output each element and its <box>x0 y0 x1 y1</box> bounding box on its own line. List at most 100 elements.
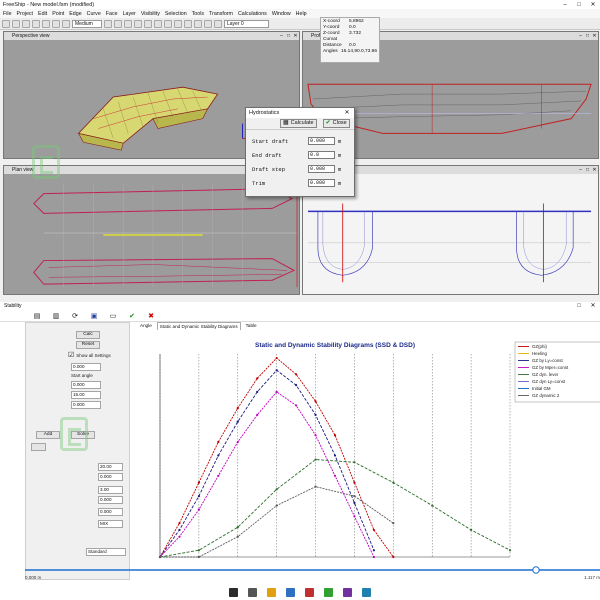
open-icon[interactable]: ▭ <box>108 312 118 320</box>
menu-item-layer[interactable]: Layer <box>123 11 136 17</box>
calculate-label: Calculate <box>290 120 314 126</box>
menu-item-project[interactable]: Project <box>17 11 34 17</box>
menu-item-point[interactable]: Point <box>52 11 64 17</box>
maximize-icon[interactable]: □ <box>572 2 586 8</box>
precision-select[interactable]: Medium <box>72 19 102 28</box>
search-icon[interactable] <box>229 587 238 597</box>
app-icon-purple[interactable] <box>343 587 352 597</box>
menu-item-edge[interactable]: Edge <box>69 11 81 17</box>
maximize-icon[interactable]: □ <box>285 32 292 40</box>
app-icon-red[interactable] <box>305 587 314 597</box>
freeship-icon[interactable] <box>362 587 371 597</box>
layer-select[interactable]: Layer 0 <box>224 19 269 28</box>
print-icon[interactable]: ▤ <box>32 312 42 320</box>
calculate-button[interactable]: ▦ Calculate <box>280 119 317 128</box>
minimize-icon[interactable]: – <box>577 32 584 40</box>
calc-button[interactable]: Calc <box>76 331 100 339</box>
menu-item-file[interactable]: File <box>3 11 12 17</box>
hydrostatics-toolbar: ▦ Calculate ✔ Close <box>246 118 354 130</box>
close-icon[interactable]: ✕ <box>591 32 598 40</box>
new-file-icon[interactable] <box>2 19 10 28</box>
close-icon[interactable]: ✕ <box>586 1 600 8</box>
stations-icon[interactable] <box>164 19 172 28</box>
menu-item-edit[interactable]: Edit <box>38 11 47 17</box>
data-point <box>178 528 181 532</box>
param-input-3[interactable]: 15.00 <box>71 391 101 399</box>
menu-item-visibility[interactable]: Visibility <box>141 11 160 17</box>
menu-item-selection[interactable]: Selection <box>165 11 187 17</box>
waterlines-icon[interactable] <box>184 19 192 28</box>
param-input-2[interactable]: 0.000 <box>71 381 101 389</box>
end-draft-input[interactable]: 0.0 <box>308 151 335 159</box>
flowlines-icon[interactable] <box>214 19 222 28</box>
hydro-icon[interactable] <box>204 19 212 28</box>
cancel-x-icon[interactable]: ✖ <box>146 312 156 320</box>
param-input-1[interactable]: 0.000 <box>71 363 101 371</box>
close-icon[interactable]: ✕ <box>340 108 354 118</box>
trim-unit: m <box>338 179 342 187</box>
layer-icon[interactable] <box>104 19 112 28</box>
add-button[interactable]: Add <box>36 431 60 439</box>
points-icon[interactable] <box>32 19 40 28</box>
control-net-icon[interactable] <box>144 19 152 28</box>
refresh-icon[interactable]: ⟳ <box>70 312 80 320</box>
lower-input-2[interactable]: 0.000 <box>98 473 123 481</box>
tab-table[interactable]: Table <box>244 322 259 330</box>
menu-item-tools[interactable]: Tools <box>192 11 204 17</box>
grid-icon[interactable] <box>62 19 70 28</box>
curves-icon[interactable] <box>52 19 60 28</box>
save-icon[interactable]: ▣ <box>89 312 99 320</box>
lower-input-6[interactable]: MIX <box>98 520 123 528</box>
menu-item-transform[interactable]: Transform <box>209 11 233 17</box>
menu-item-calculations[interactable]: Calculations <box>238 11 267 17</box>
menu-item-window[interactable]: Window <box>272 11 291 17</box>
tab-diagrams[interactable]: Static and Dynamic Stability Diagrams <box>156 322 241 330</box>
draft-step-input[interactable]: 0.000 <box>308 165 335 173</box>
status-left-value: 0.000 m <box>25 575 42 580</box>
maximize-icon[interactable]: □ <box>572 302 586 310</box>
zebra-icon[interactable] <box>124 19 132 28</box>
checkbox-icon[interactable]: ☑ <box>68 351 74 359</box>
close-icon[interactable]: ✕ <box>591 166 598 174</box>
curvature-icon[interactable] <box>134 19 142 28</box>
save-icon[interactable] <box>22 19 30 28</box>
lower-input-4[interactable]: 0.000 <box>98 496 123 504</box>
ok-check-icon[interactable]: ✔ <box>127 312 137 320</box>
minimize-icon[interactable]: – <box>558 2 572 8</box>
reset-button[interactable]: Reset <box>76 341 100 349</box>
maximize-icon[interactable]: □ <box>584 32 591 40</box>
app-icon-green[interactable] <box>324 587 333 597</box>
diagonals-icon[interactable] <box>194 19 202 28</box>
lower-input-1[interactable]: 20.00 <box>98 463 123 471</box>
tab-angle[interactable]: Angle <box>138 322 154 330</box>
file-explorer-icon[interactable] <box>267 587 276 597</box>
grid-cell-button[interactable] <box>31 443 46 451</box>
export-icon[interactable]: ▥ <box>51 312 61 320</box>
trim-input[interactable]: 0.000 <box>308 179 335 187</box>
menu-item-curve[interactable]: Curve <box>87 11 101 17</box>
menu-item-help[interactable]: Help <box>296 11 307 17</box>
close-button[interactable]: ✔ Close <box>322 119 350 128</box>
z-coord-value[interactable]: 3.732 <box>349 31 361 37</box>
open-file-icon[interactable] <box>12 19 20 28</box>
buttocks-icon[interactable] <box>174 19 182 28</box>
lower-input-5[interactable]: 0.000 <box>98 508 123 516</box>
interior-edges-icon[interactable] <box>154 19 162 28</box>
mode-select[interactable]: Standard <box>86 548 126 556</box>
close-icon[interactable]: ✕ <box>586 302 600 310</box>
maximize-icon[interactable]: □ <box>584 166 591 174</box>
menu-item-face[interactable]: Face <box>106 11 118 17</box>
minimize-icon[interactable]: – <box>577 166 584 174</box>
close-icon[interactable]: ✕ <box>292 32 299 40</box>
legend-entry: GZ dyn Ly=const <box>532 379 566 384</box>
start-draft-row: Start draft 0.000 m <box>246 134 354 148</box>
edges-icon[interactable] <box>42 19 50 28</box>
start-draft-input[interactable]: 0.000 <box>308 137 335 145</box>
lower-input-3[interactable]: 3.00 <box>98 486 123 494</box>
param-input-4[interactable]: 0.000 <box>71 401 101 409</box>
angle-slider[interactable] <box>25 566 600 574</box>
minimize-icon[interactable]: – <box>278 32 285 40</box>
shade-icon[interactable] <box>114 19 122 28</box>
task-view-icon[interactable] <box>248 587 257 597</box>
browser-icon[interactable] <box>286 587 295 597</box>
